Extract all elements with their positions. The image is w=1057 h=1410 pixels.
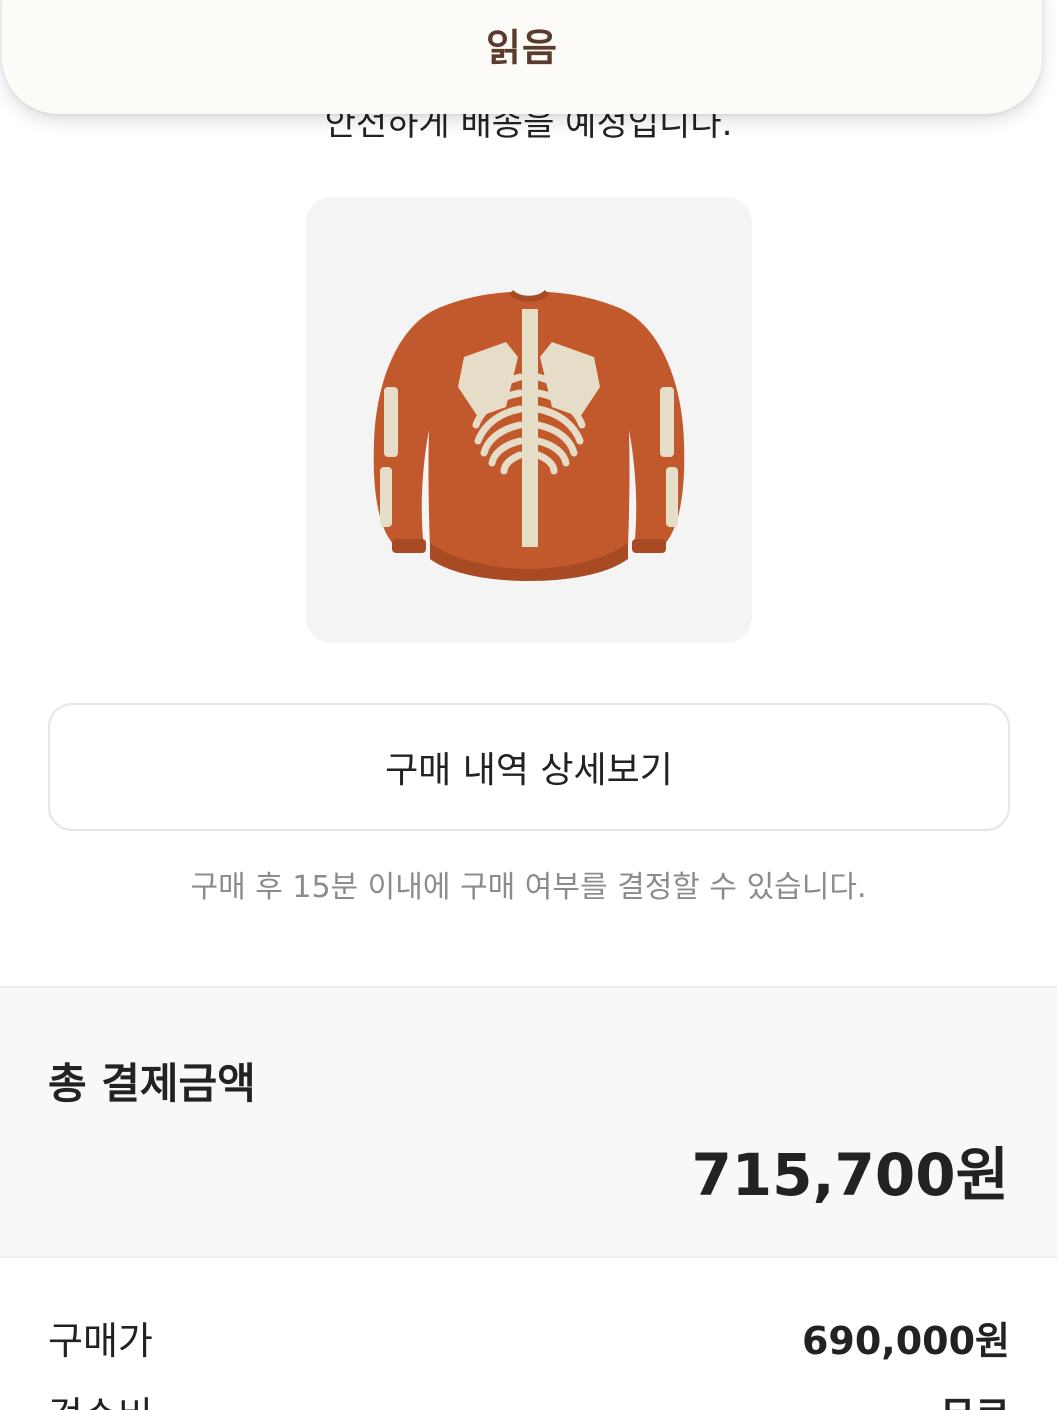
toast-label: 읽음 [486, 26, 558, 70]
inspection-fee-row: 검수비 무료 [48, 1385, 1010, 1410]
read-status-toast[interactable]: 읽음 [2, 0, 1042, 114]
price-label: 구매가 [48, 1319, 153, 1363]
total-amount: 715,700원 [691, 1141, 1009, 1209]
product-image-card[interactable] [306, 197, 752, 643]
total-payment-section: 총 결제금액 715,700원 [0, 986, 1057, 1258]
sweater-image [373, 289, 685, 581]
purchase-complete-screen: 읽음 안전하게 배송을 예정입니다. 구매 내역 상세보기 구매 후 15분 이… [0, 0, 1057, 1410]
price-row: 구매가 690,000원 [48, 1310, 1010, 1365]
inspection-fee-label: 검수비 [48, 1385, 153, 1410]
price-value: 690,000원 [801, 1319, 1010, 1363]
total-label: 총 결제금액 [48, 1059, 256, 1108]
purchase-detail-button[interactable]: 구매 내역 상세보기 [48, 703, 1010, 831]
inspection-fee-value: 무료 [940, 1385, 1010, 1410]
decision-notice: 구매 후 15분 이내에 구매 여부를 결정할 수 있습니다. [190, 870, 867, 905]
